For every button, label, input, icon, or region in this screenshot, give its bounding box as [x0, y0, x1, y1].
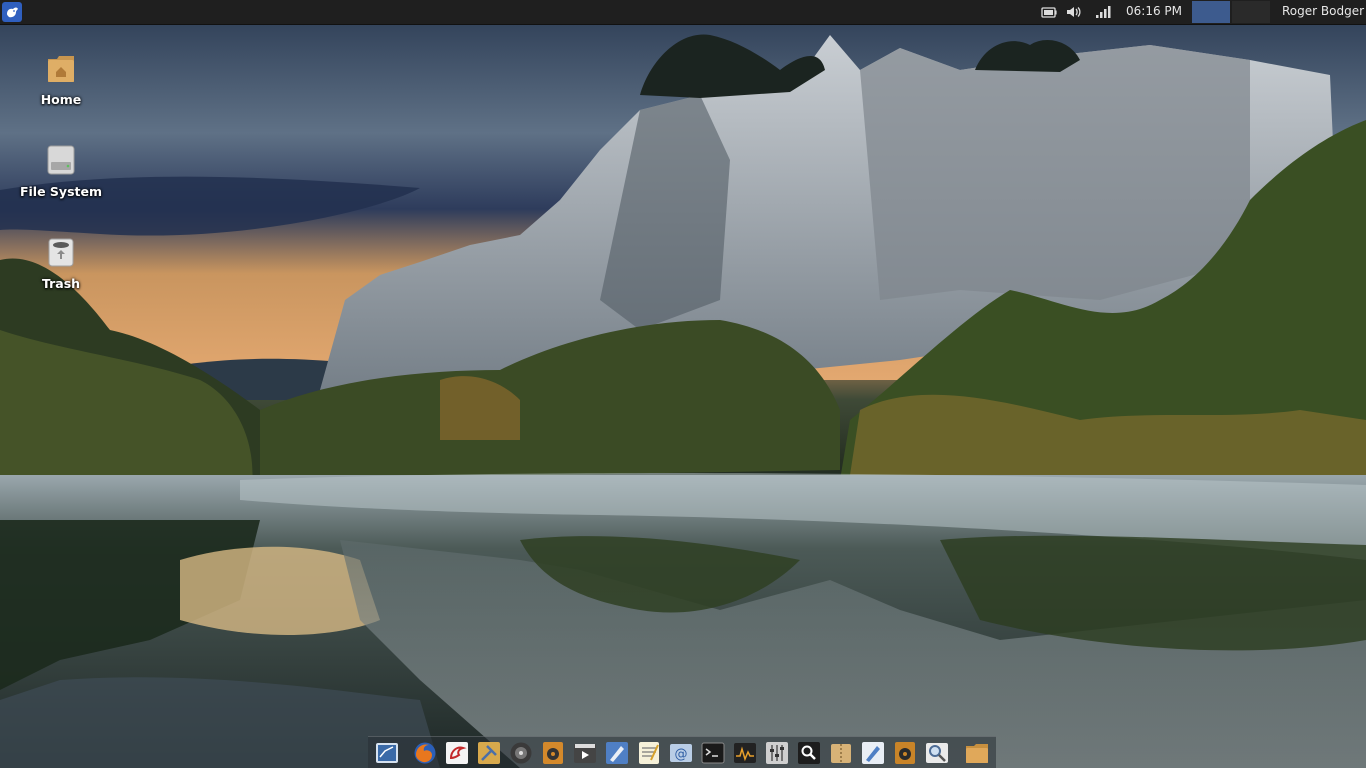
file-system-icon — [46, 144, 76, 176]
notes-icon — [639, 742, 659, 764]
dock-item-files[interactable] — [964, 740, 990, 766]
top-panel: 06:16 PM Roger Bodger — [0, 0, 1366, 25]
dock-item-desktop[interactable] — [374, 740, 400, 766]
svg-text:@: @ — [675, 747, 688, 762]
clock[interactable]: 06:16 PM — [1126, 4, 1182, 18]
dock-item-inkscape[interactable] — [860, 740, 886, 766]
dock-item-archive-manager[interactable] — [828, 740, 854, 766]
archive-manager-icon — [831, 744, 851, 763]
desktop-icon-label: Trash — [41, 276, 81, 291]
dock-item-text-editor[interactable] — [444, 740, 470, 766]
dock-item-firefox[interactable] — [412, 740, 438, 766]
dock-item-speaker[interactable] — [892, 740, 918, 766]
wallpaper — [0, 0, 1366, 768]
system-monitor-icon — [734, 743, 756, 763]
desktop-icon-label: Home — [40, 92, 82, 107]
network-tray-item[interactable] — [1094, 0, 1112, 24]
dock-item-system-monitor[interactable] — [732, 740, 758, 766]
dock-item-search[interactable] — [796, 740, 822, 766]
desktop-icon-label: File System — [19, 184, 102, 199]
drawing-icon — [606, 742, 628, 764]
desktop-icon — [376, 743, 398, 763]
dock-item-magnifier[interactable] — [924, 740, 950, 766]
firefox-icon — [414, 742, 436, 764]
desktop: 06:16 PM Roger Bodger Home File System T… — [0, 0, 1366, 768]
home-folder-icon — [46, 52, 76, 84]
files-icon — [966, 744, 988, 763]
dock: @ — [368, 736, 996, 768]
dock-item-tools[interactable] — [476, 740, 502, 766]
volume-icon — [1067, 7, 1081, 17]
audio-player-icon — [543, 742, 563, 764]
disc-burner-icon — [510, 742, 532, 764]
applications-menu-button[interactable] — [2, 2, 22, 22]
workspace-1[interactable] — [1192, 1, 1230, 23]
trash-icon — [46, 236, 76, 268]
tools-icon — [478, 742, 500, 764]
network-signal-icon — [1096, 6, 1111, 18]
dock-item-video-player[interactable] — [572, 740, 598, 766]
speaker-icon — [895, 742, 915, 764]
xfce-mouse-icon — [7, 7, 18, 18]
terminal-icon — [701, 742, 725, 764]
battery-icon — [1041, 7, 1057, 18]
magnifier-icon — [926, 743, 948, 763]
desktop-icon-trash[interactable]: Trash — [10, 236, 112, 291]
text-editor-icon — [446, 742, 468, 764]
dock-item-drawing[interactable] — [604, 740, 630, 766]
dock-item-disc-burner[interactable] — [508, 740, 534, 766]
mail-icon: @ — [670, 744, 692, 762]
inkscape-icon — [862, 742, 884, 764]
dock-item-audio-player[interactable] — [540, 740, 566, 766]
battery-tray-item[interactable] — [1040, 0, 1058, 24]
desktop-icon-home[interactable]: Home — [10, 52, 112, 107]
video-player-icon — [574, 744, 596, 763]
dock-item-terminal[interactable] — [700, 740, 726, 766]
user-menu[interactable]: Roger Bodger — [1282, 4, 1364, 18]
dock-item-notes[interactable] — [636, 740, 662, 766]
desktop-icon-file-system[interactable]: File System — [10, 144, 112, 199]
dock-item-mixer[interactable] — [764, 740, 790, 766]
volume-tray-item[interactable] — [1064, 0, 1084, 24]
search-icon — [798, 742, 820, 764]
workspace-2[interactable] — [1232, 1, 1270, 23]
mixer-icon — [766, 742, 788, 764]
dock-item-mail[interactable]: @ — [668, 740, 694, 766]
